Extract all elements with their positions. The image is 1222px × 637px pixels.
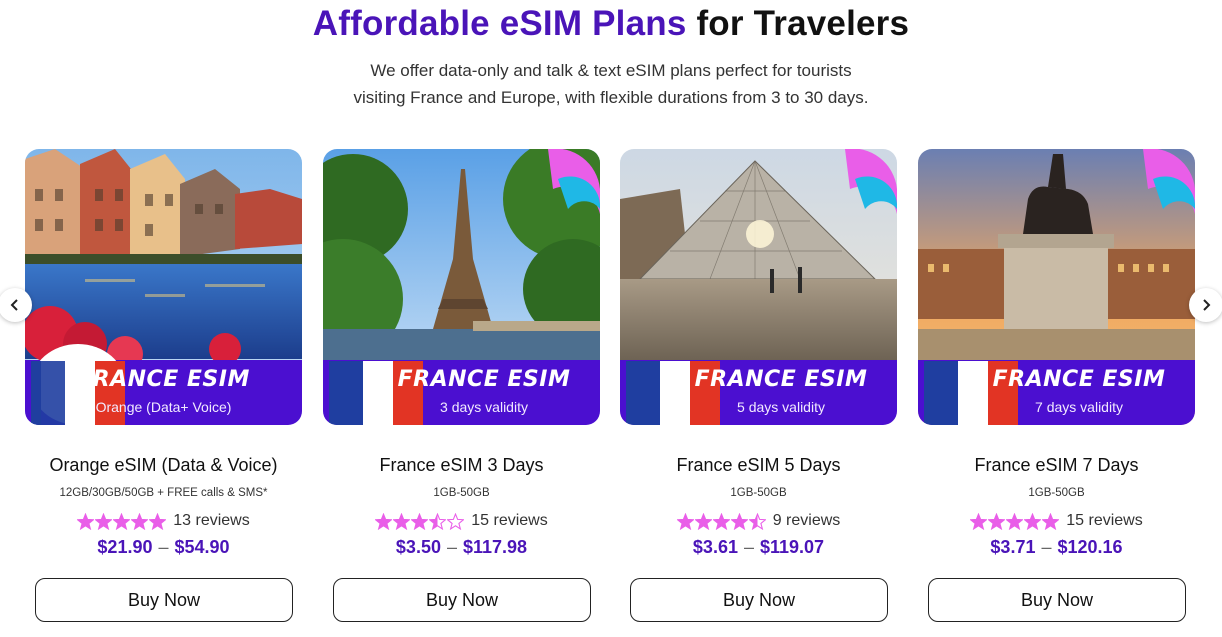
star-full-icon bbox=[730, 512, 748, 530]
price-dash: – bbox=[158, 537, 169, 557]
product-name[interactable]: France eSIM 5 Days bbox=[600, 455, 917, 476]
star-full-icon bbox=[1006, 512, 1024, 530]
rating: 15 reviews bbox=[303, 512, 620, 530]
price-min: $3.50 bbox=[395, 537, 441, 557]
section-subtitle: We offer data-only and talk & text eSIM … bbox=[311, 57, 911, 111]
banner-subtitle: 3 days validity bbox=[440, 399, 528, 415]
banner-title: FRANCE ESIM bbox=[77, 367, 250, 392]
star-full-icon bbox=[77, 512, 95, 530]
price-range: $3.61– $119.07 bbox=[600, 537, 917, 558]
banner-title: FRANCE ESIM bbox=[694, 367, 868, 392]
rating: 13 reviews bbox=[5, 512, 322, 530]
price-max: $120.16 bbox=[1057, 537, 1123, 557]
subtitle-line-2: visiting France and Europe, with flexibl… bbox=[353, 88, 869, 107]
buy-now-button[interactable]: Buy Now bbox=[35, 578, 293, 622]
price-dash: – bbox=[446, 537, 457, 557]
product-detail: 1GB-50GB bbox=[730, 487, 787, 499]
star-rating bbox=[970, 512, 1060, 530]
star-full-icon bbox=[970, 512, 988, 530]
price-min: $21.90 bbox=[97, 537, 153, 557]
product-image[interactable]: FRANCE ESIM 7 days validity bbox=[918, 149, 1195, 425]
chevron-left-icon bbox=[10, 299, 18, 311]
product-name[interactable]: France eSIM 3 Days bbox=[303, 455, 620, 476]
price-range: $21.90– $54.90 bbox=[5, 537, 322, 558]
star-full-icon bbox=[113, 512, 131, 530]
section-title-accent: Affordable eSIM Plans bbox=[312, 4, 687, 43]
product-card[interactable]: FRANCE ESIM 7 days validity France eSIM … bbox=[918, 149, 1195, 622]
banner-subtitle: Orange (Data+ Voice) bbox=[95, 399, 232, 415]
banner-subtitle: 7 days validity bbox=[1035, 399, 1123, 415]
price-dash: – bbox=[1041, 537, 1052, 557]
buy-now-button[interactable]: Buy Now bbox=[630, 578, 888, 622]
product-detail: 12GB/30GB/50GB + FREE calls & SMS* bbox=[59, 487, 268, 499]
rating: 9 reviews bbox=[600, 512, 917, 530]
product-name[interactable]: France eSIM 7 Days bbox=[898, 455, 1215, 476]
star-full-icon bbox=[1024, 512, 1042, 530]
star-full-icon bbox=[411, 512, 429, 530]
product-image[interactable]: FRANCE ESIM 3 days validity bbox=[323, 149, 600, 425]
star-full-icon bbox=[712, 512, 730, 530]
price-max: $54.90 bbox=[174, 537, 230, 557]
review-count[interactable]: 9 reviews bbox=[773, 512, 841, 530]
rating: 15 reviews bbox=[898, 512, 1215, 530]
chevron-right-icon bbox=[1203, 299, 1211, 311]
star-full-icon bbox=[375, 512, 393, 530]
carousel-next-button[interactable] bbox=[1189, 288, 1222, 322]
product-card[interactable]: FRANCE ESIM 3 days validity France eSIM … bbox=[323, 149, 600, 622]
review-count[interactable]: 15 reviews bbox=[471, 512, 547, 530]
star-full-icon bbox=[393, 512, 411, 530]
star-full-icon bbox=[676, 512, 694, 530]
product-card[interactable]: FRANCE ESIM Orange (Data+ Voice) Orange … bbox=[25, 149, 302, 622]
star-full-icon bbox=[694, 512, 712, 530]
star-half-icon bbox=[429, 512, 447, 530]
star-rating bbox=[77, 512, 167, 530]
price-max: $117.98 bbox=[462, 537, 528, 557]
star-rating bbox=[375, 512, 465, 530]
star-full-icon bbox=[95, 512, 113, 530]
review-count[interactable]: 13 reviews bbox=[173, 512, 249, 530]
banner-title: FRANCE ESIM bbox=[397, 367, 571, 392]
star-full-icon bbox=[1042, 512, 1060, 530]
product-detail: 1GB-50GB bbox=[433, 487, 490, 499]
buy-now-button[interactable]: Buy Now bbox=[333, 578, 591, 622]
banner-title: FRANCE ESIM bbox=[992, 367, 1166, 392]
product-name[interactable]: Orange eSIM (Data & Voice) bbox=[5, 455, 322, 476]
price-range: $3.71– $120.16 bbox=[898, 537, 1215, 558]
section-title-rest: for Travelers bbox=[696, 4, 910, 43]
product-image[interactable]: FRANCE ESIM 5 days validity bbox=[620, 149, 897, 425]
price-min: $3.61 bbox=[692, 537, 738, 557]
star-full-icon bbox=[131, 512, 149, 530]
price-range: $3.50– $117.98 bbox=[303, 537, 620, 558]
price-dash: – bbox=[743, 537, 754, 557]
star-full-icon bbox=[988, 512, 1006, 530]
product-detail: 1GB-50GB bbox=[1028, 487, 1085, 499]
price-min: $3.71 bbox=[990, 537, 1036, 557]
product-card[interactable]: FRANCE ESIM 5 days validity France eSIM … bbox=[620, 149, 897, 622]
review-count[interactable]: 15 reviews bbox=[1066, 512, 1142, 530]
banner-subtitle: 5 days validity bbox=[737, 399, 825, 415]
star-full-icon bbox=[149, 512, 167, 530]
buy-now-button[interactable]: Buy Now bbox=[928, 578, 1186, 622]
star-empty-icon bbox=[447, 512, 465, 530]
star-half-icon bbox=[748, 512, 766, 530]
product-image[interactable]: FRANCE ESIM Orange (Data+ Voice) bbox=[25, 149, 302, 425]
star-rating bbox=[676, 512, 766, 530]
subtitle-line-1: We offer data-only and talk & text eSIM … bbox=[370, 61, 852, 80]
section-title: Affordable eSIM Plans for Travelers bbox=[0, 4, 1222, 44]
price-max: $119.07 bbox=[759, 537, 825, 557]
